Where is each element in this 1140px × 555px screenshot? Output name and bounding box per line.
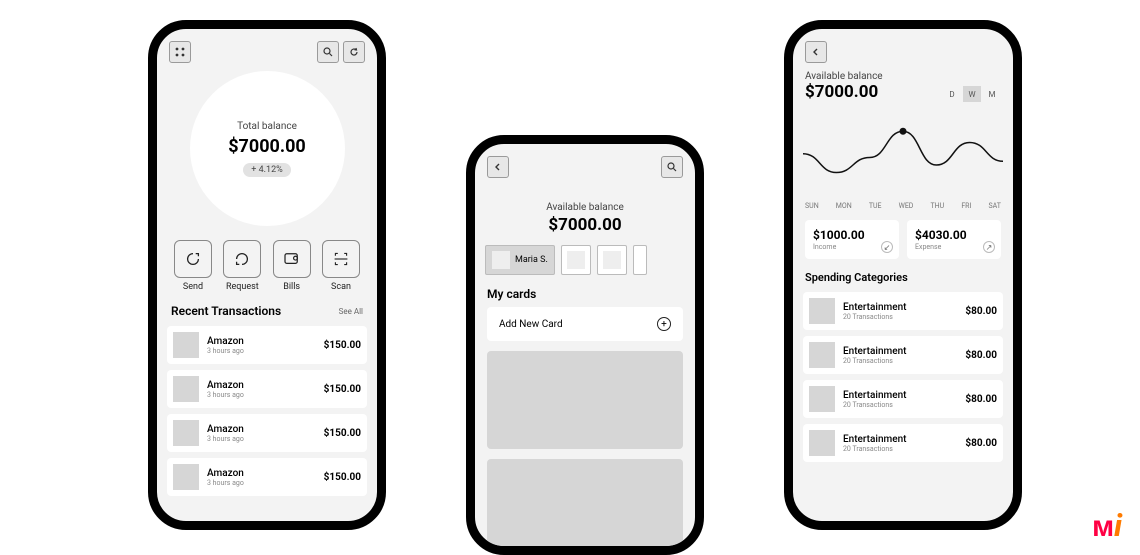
transaction-row[interactable]: Amazon3 hours ago$150.00 (167, 326, 367, 364)
balance-label: Total balance (237, 121, 297, 132)
available-balance-label: Available balance (805, 71, 883, 82)
range-tabs: DWM (943, 86, 1001, 102)
income-card[interactable]: $1000.00 Income ↙ (805, 220, 899, 259)
send-button[interactable]: Send (171, 240, 215, 292)
arrow-up-right-icon: ↗ (983, 241, 995, 253)
category-thumb (809, 430, 835, 456)
category-row[interactable]: Entertainment20 Transactions$80.00 (803, 424, 1003, 462)
arrow-down-left-icon: ↙ (881, 241, 893, 253)
category-thumb (809, 298, 835, 324)
category-thumb (809, 386, 835, 412)
back-icon[interactable] (805, 41, 827, 63)
category-row[interactable]: Entertainment20 Transactions$80.00 (803, 336, 1003, 374)
expense-card[interactable]: $4030.00 Expense ↗ (907, 220, 1001, 259)
category-row[interactable]: Entertainment20 Transactions$80.00 (803, 380, 1003, 418)
merchant-thumb (173, 464, 199, 490)
scan-button[interactable]: Scan (319, 240, 363, 292)
user-chip[interactable] (597, 245, 627, 275)
balance-amount: $7000.00 (228, 136, 306, 157)
search-icon[interactable] (661, 156, 683, 178)
see-all-link[interactable]: See All (339, 307, 363, 316)
spending-categories-title: Spending Categories (793, 267, 1013, 288)
merchant-thumb (173, 332, 199, 358)
balance-chart (793, 110, 1013, 200)
user-chip-selected[interactable]: Maria S. (485, 245, 555, 275)
range-tab-d[interactable]: D (943, 86, 961, 102)
user-chip[interactable] (561, 245, 591, 275)
menu-icon[interactable] (169, 41, 191, 63)
quick-actions: Send Request Bills Scan (157, 226, 377, 300)
bills-button[interactable]: Bills (270, 240, 314, 292)
add-card-button[interactable]: Add New Card + (487, 307, 683, 341)
available-balance-amount: $7000.00 (475, 215, 695, 235)
card-placeholder[interactable] (487, 459, 683, 555)
balance-card: Total balance $7000.00 + 4.12% (190, 71, 345, 226)
brand-logo: ᴍi (1092, 509, 1122, 544)
avatar (492, 251, 510, 269)
category-thumb (809, 342, 835, 368)
balance-change-badge: + 4.12% (243, 163, 290, 177)
range-tab-w[interactable]: W (963, 86, 981, 102)
back-icon[interactable] (487, 156, 509, 178)
merchant-thumb (173, 420, 199, 446)
transaction-row[interactable]: Amazon3 hours ago$150.00 (167, 414, 367, 452)
search-icon[interactable] (317, 41, 339, 63)
available-balance-amount: $7000.00 (805, 82, 883, 102)
transaction-row[interactable]: Amazon3 hours ago$150.00 (167, 370, 367, 408)
available-balance-label: Available balance (475, 202, 695, 213)
transaction-row[interactable]: Amazon3 hours ago$150.00 (167, 458, 367, 496)
my-cards-title: My cards (475, 275, 695, 307)
x-axis-days: SUNMONTUEWEDTHUFRISAT (793, 200, 1013, 212)
plus-icon: + (657, 317, 671, 331)
refresh-icon[interactable] (343, 41, 365, 63)
range-tab-m[interactable]: M (983, 86, 1001, 102)
category-row[interactable]: Entertainment20 Transactions$80.00 (803, 292, 1003, 330)
user-chip[interactable] (633, 245, 647, 275)
card-placeholder[interactable] (487, 351, 683, 449)
request-button[interactable]: Request (220, 240, 264, 292)
recent-transactions-title: Recent Transactions (171, 304, 281, 318)
merchant-thumb (173, 376, 199, 402)
